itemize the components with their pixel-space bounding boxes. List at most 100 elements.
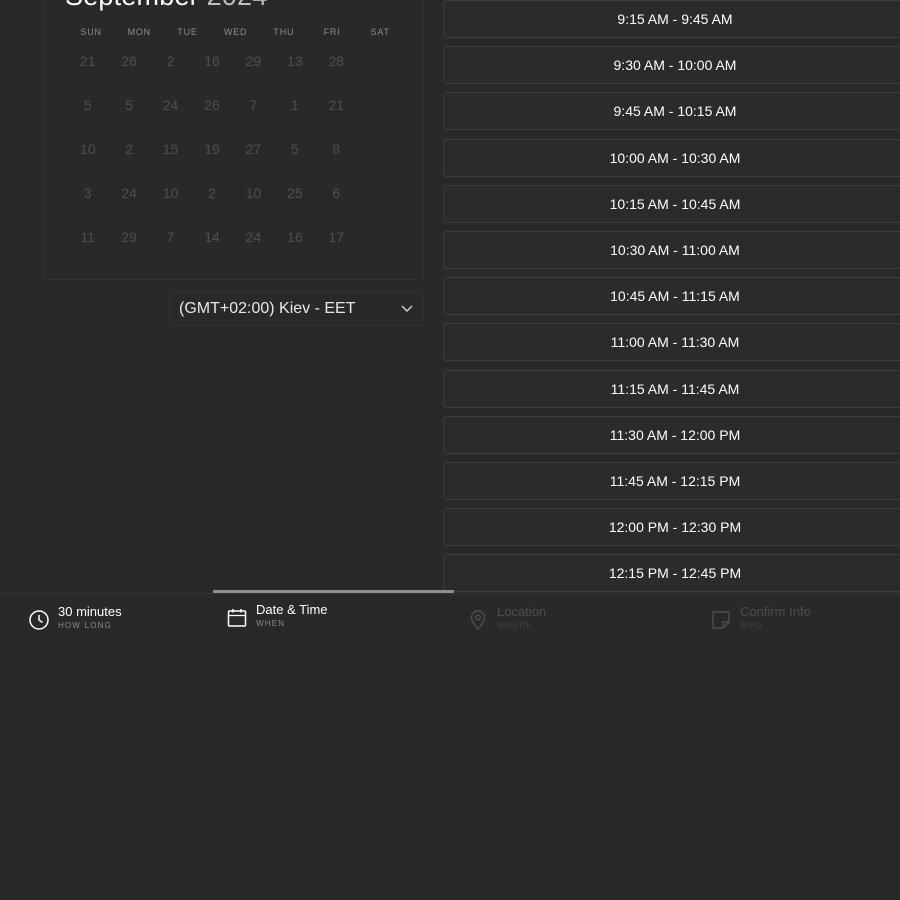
time-slot-label: 9:15 AM - 9:45 AM — [617, 11, 733, 27]
calendar-day: 5 — [290, 141, 299, 157]
calendar-day: 2 — [125, 141, 134, 157]
time-slot-button[interactable]: 9:30 AM - 10:00 AM — [443, 46, 900, 85]
calendar-week-row: 11 29 7 14 24 16 17 — [67, 225, 357, 269]
calendar-day: 17 — [328, 229, 345, 245]
calendar-day: 27 — [245, 141, 262, 157]
calendar-day: 19 — [204, 141, 220, 157]
chevron-down-icon — [401, 305, 413, 312]
calendar-grid: 21 26 2 16 29 13 28 5 5 24 26 7 1 21 10 2 15 19 27 5 8 3 24 10 2… — [67, 49, 357, 269]
calendar-month-title: September 2024 — [65, 0, 267, 12]
calendar-day: 21 — [79, 53, 96, 69]
time-slot-label: 10:45 AM - 11:15 AM — [610, 288, 740, 305]
calendar-day: 7 — [249, 97, 258, 113]
step-label: 30 minutes — [58, 604, 122, 619]
timezone-select[interactable]: (GMT+02:00) Kiev - EET — [169, 292, 424, 326]
calendar-day: 28 — [328, 53, 345, 69]
time-slot-button[interactable]: 10:15 AM - 10:45 AM — [443, 184, 900, 223]
calendar-week-row: 3 24 10 2 10 25 6 — [67, 181, 357, 225]
time-slot-button[interactable]: 10:00 AM - 10:30 AM — [443, 138, 900, 177]
calendar-day: 16 — [287, 229, 303, 245]
calendar-week-row: 5 5 24 26 7 1 21 — [67, 93, 357, 137]
time-slot-button[interactable]: 11:00 AM - 11:30 AM — [443, 323, 900, 362]
calendar-day: 14 — [204, 229, 220, 245]
calendar-day: 29 — [245, 53, 262, 69]
time-slot-label: 11:00 AM - 11:30 AM — [610, 334, 740, 351]
step-label: Location — [497, 604, 547, 619]
step-sublabel: WHO — [740, 621, 764, 630]
weekday-label: WED — [223, 27, 248, 37]
step-label: Confirm Info — [740, 604, 811, 619]
time-slot-button[interactable]: 12:15 PM - 12:45 PM — [443, 554, 900, 593]
calendar-day: 10 — [79, 141, 96, 157]
time-slot-button[interactable]: 11:30 AM - 12:00 PM — [443, 415, 900, 454]
time-slot-label: 10:00 AM - 10:30 AM — [609, 149, 741, 166]
calendar-day: 3 — [83, 185, 92, 201]
step-sublabel: WHERE — [497, 621, 533, 630]
calendar-day: 15 — [162, 141, 179, 157]
step-label: Date & Time — [256, 602, 328, 617]
weekday-label: FRI — [323, 27, 341, 37]
time-slot-label: 9:45 AM - 10:15 AM — [613, 103, 737, 120]
calendar: September 2024 SUN MON TUE WED THU FRI S… — [44, 0, 424, 280]
time-slot-label: 12:15 PM - 12:45 PM — [608, 565, 742, 582]
calendar-day: 29 — [121, 229, 137, 245]
timezone-value: (GMT+02:00) Kiev - EET — [179, 300, 356, 317]
time-slot-button[interactable]: 9:45 AM - 10:15 AM — [443, 92, 900, 131]
calendar-day: 24 — [245, 229, 262, 245]
calendar-day: 11 — [80, 229, 95, 245]
calendar-day: 10 — [162, 185, 179, 201]
time-slot-button[interactable]: 12:00 PM - 12:30 PM — [443, 508, 900, 547]
step-date-time[interactable]: Date & Time WHEN — [226, 602, 328, 630]
calendar-day: 5 — [125, 97, 134, 113]
step-sublabel: WHEN — [256, 619, 286, 628]
calendar-day: 25 — [287, 185, 303, 201]
calendar-day: 8 — [332, 141, 341, 157]
weekday-label: SAT — [370, 27, 390, 37]
calendar-day: 24 — [121, 185, 137, 201]
time-slot-label: 9:30 AM - 10:00 AM — [613, 57, 737, 74]
calendar-day: 7 — [166, 229, 175, 245]
calendar-day: 13 — [287, 53, 303, 69]
booking-steps-bar: 30 minutes HOW LONG Date & Time WHEN Loc… — [0, 590, 900, 646]
step-duration[interactable]: 30 minutes HOW LONG — [28, 604, 122, 632]
clock-icon — [29, 610, 49, 630]
booking-page: September 2024 SUN MON TUE WED THU FRI S… — [0, 0, 900, 900]
weekday-label: TUE — [177, 27, 198, 37]
active-step-indicator — [213, 590, 454, 593]
step-sublabel: HOW LONG — [58, 621, 113, 630]
time-slot-label: 10:30 AM - 11:00 AM — [610, 242, 740, 258]
calendar-day: 5 — [83, 97, 92, 113]
calendar-day: 10 — [245, 185, 262, 201]
calendar-week-row: 21 26 2 16 29 13 28 — [67, 49, 357, 93]
weekday-label: SUN — [80, 27, 102, 37]
time-slot-button[interactable]: 11:45 AM - 12:15 PM — [443, 462, 900, 500]
location-pin-icon — [470, 610, 486, 631]
time-slot-label: 10:15 AM - 10:45 AM — [609, 195, 741, 212]
step-confirm-info[interactable]: Confirm Info WHO — [710, 604, 811, 632]
time-slot-label: 11:45 AM - 12:15 PM — [609, 473, 741, 489]
calendar-icon — [227, 609, 247, 627]
calendar-day: 24 — [162, 97, 179, 113]
time-slot-button[interactable]: 10:30 AM - 11:00 AM — [443, 231, 900, 269]
weekday-label: THU — [273, 27, 295, 37]
calendar-day: 21 — [328, 97, 345, 113]
calendar-day: 26 — [121, 53, 137, 69]
weekday-header: SUN MON TUE WED THU FRI SAT — [67, 27, 404, 37]
calendar-year: 2024 — [207, 0, 268, 11]
time-slot-button[interactable]: 10:45 AM - 11:15 AM — [443, 277, 900, 316]
calendar-week-row: 10 2 15 19 27 5 8 — [67, 137, 357, 181]
time-slot-label: 11:30 AM - 12:00 PM — [609, 426, 741, 443]
calendar-day: 26 — [204, 97, 220, 113]
calendar-day: 1 — [290, 97, 299, 113]
time-slot-label: 11:15 AM - 11:45 AM — [610, 380, 740, 397]
calendar-day: 2 — [208, 185, 216, 201]
time-slot-button[interactable]: 11:15 AM - 11:45 AM — [443, 369, 900, 408]
calendar-day: 16 — [204, 53, 220, 69]
weekday-label: MON — [127, 27, 151, 37]
step-location[interactable]: Location WHERE — [467, 604, 546, 632]
time-slot-button[interactable]: 9:15 AM - 9:45 AM — [443, 0, 900, 38]
calendar-day: 6 — [332, 185, 341, 201]
time-slot-label: 12:00 PM - 12:30 PM — [608, 519, 742, 536]
calendar-month: September — [65, 0, 199, 11]
note-icon — [712, 611, 730, 629]
